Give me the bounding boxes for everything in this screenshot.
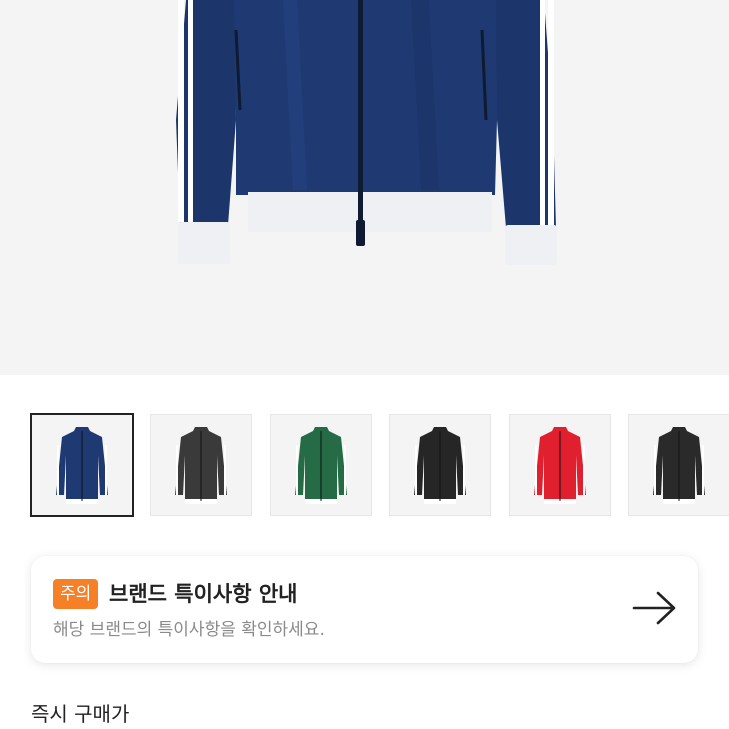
thumb-black[interactable] — [389, 414, 491, 516]
instant-buy-price-label: 즉시 구매가 — [31, 702, 130, 726]
jacket-thumbnail-icon — [534, 427, 586, 504]
arrow-right-icon[interactable] — [630, 588, 680, 628]
jacket-thumbnail-icon — [295, 427, 347, 504]
notice-title: 브랜드 특이사항 안내 — [109, 582, 298, 606]
jacket-thumbnail-icon — [175, 427, 227, 504]
color-options — [0, 412, 729, 519]
thumb-red[interactable] — [509, 414, 611, 516]
product-main-image[interactable] — [0, 0, 729, 375]
thumb-black-2[interactable] — [628, 414, 729, 516]
thumb-navy[interactable] — [30, 413, 134, 517]
caution-badge: 주의 — [53, 579, 99, 609]
jacket-image — [176, 0, 557, 265]
jacket-thumbnail-icon — [653, 427, 705, 504]
notice-subtitle: 해당 브랜드의 특이사항을 확인하세요. — [53, 620, 325, 640]
thumb-green[interactable] — [270, 414, 372, 516]
jacket-thumbnail-icon — [414, 427, 466, 504]
jacket-thumbnail-icon — [56, 427, 108, 504]
thumb-charcoal[interactable] — [150, 414, 252, 516]
brand-notice-card[interactable]: 주의 브랜드 특이사항 안내 해당 브랜드의 특이사항을 확인하세요. — [31, 556, 698, 663]
